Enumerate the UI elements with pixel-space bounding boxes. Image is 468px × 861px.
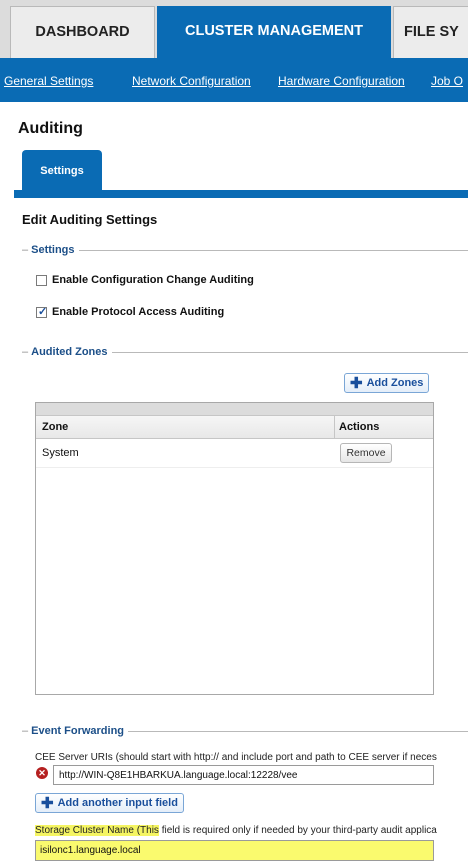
protocol-access-auditing-option[interactable]: Enable Protocol Access Auditing [36,305,225,318]
cee-server-uri-input[interactable] [53,765,434,785]
config-change-auditing-checkbox[interactable] [36,274,47,286]
page-title: Auditing [18,120,83,137]
column-header-actions: Actions [339,421,380,433]
audited-zones-section-legend: – Audited Zones [22,345,468,359]
plus-icon: ✚ [350,374,363,392]
tab-settings[interactable]: Settings [22,150,102,190]
subnav-general-settings[interactable]: General Settings [4,74,93,88]
remove-button[interactable]: Remove [340,443,392,463]
table-header: Zone Actions [36,416,433,439]
protocol-access-auditing-label: Enable Protocol Access Auditing [52,306,225,318]
settings-section-legend: – Settings [22,243,468,257]
zone-cell: System [42,447,79,459]
add-zones-button[interactable]: ✚ Add Zones [344,373,430,393]
column-header-zone[interactable]: Zone [42,421,68,433]
tab-cluster-management[interactable]: CLUSTER MANAGEMENT [157,6,391,58]
subnav-network-configuration[interactable]: Network Configuration [132,74,251,88]
sub-navigation: General Settings Network Configuration H… [0,58,468,102]
add-another-input-field-button[interactable]: ✚ Add another input field [35,793,184,813]
error-x-icon: ✕ [36,767,48,779]
config-change-auditing-option[interactable]: Enable Configuration Change Auditing [36,274,254,286]
table-toolbar [36,403,433,416]
top-navigation: DASHBOARD CLUSTER MANAGEMENT FILE SY [0,0,468,58]
settings-legend-label: Settings [31,244,75,256]
tab-dashboard[interactable]: DASHBOARD [10,6,155,58]
subnav-job-operations[interactable]: Job O [431,74,463,88]
form-heading: Edit Auditing Settings [22,212,158,227]
config-change-auditing-label: Enable Configuration Change Auditing [52,274,254,286]
storage-cluster-name-highlight: Storage Cluster Name (This [35,825,159,836]
storage-cluster-name-description: field is required only if needed by your… [158,825,437,836]
add-zones-label: Add Zones [366,377,424,389]
table-row[interactable]: System Remove [36,439,433,468]
protocol-access-auditing-checkbox[interactable] [36,305,47,318]
tab-file-system[interactable]: FILE SY [393,6,468,58]
storage-cluster-name-label: Storage Cluster Name (This field is requ… [35,825,437,836]
audited-zones-legend-label: Audited Zones [31,346,108,358]
tab-bar [14,190,468,198]
subnav-hardware-configuration[interactable]: Hardware Configuration [278,74,405,88]
storage-cluster-name-input[interactable] [35,840,434,861]
event-forwarding-legend-label: Event Forwarding [31,725,125,737]
add-another-input-field-label: Add another input field [57,797,178,809]
zones-table: Zone Actions System Remove [35,402,434,695]
event-forwarding-section-legend: – Event Forwarding [22,724,468,738]
plus-icon: ✚ [41,794,54,812]
cee-server-uris-label: CEE Server URIs (should start with http:… [35,752,437,763]
